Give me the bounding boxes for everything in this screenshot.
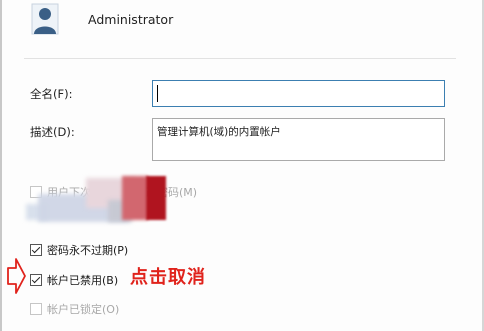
password-never-expires-checkbox[interactable] [30, 244, 42, 256]
text-caret [157, 85, 158, 102]
account-locked-label: 帐户已锁定(O) [47, 303, 120, 316]
fullname-input[interactable] [152, 80, 445, 107]
account-disabled-option[interactable]: 帐户已禁用(B) [30, 272, 118, 288]
annotation-text: 点击取消 [130, 267, 206, 288]
user-properties-panel: Administrator 全名(F): 描述(D): 管理计算机(域)的内置帐… [0, 0, 484, 331]
password-never-expires-option[interactable]: 密码永不过期(P) [30, 242, 128, 258]
account-locked-option[interactable]: 帐户已锁定(O) [30, 301, 119, 317]
user-name: Administrator [88, 12, 174, 27]
fullname-label: 全名(F): [30, 87, 73, 101]
change-password-checkbox[interactable] [30, 186, 42, 198]
password-never-expires-label: 密码永不过期(P) [47, 244, 129, 257]
header-divider [24, 58, 456, 59]
change-password-label: 用户下次登录时须更改密码(M) [47, 186, 198, 199]
account-disabled-checkbox[interactable] [30, 274, 42, 286]
right-arrow-icon [7, 258, 26, 294]
description-value: 管理计算机(域)的内置帐户 [157, 126, 281, 138]
mosaic-overlay [26, 170, 188, 230]
window-border-left [0, 0, 2, 331]
account-locked-checkbox[interactable] [30, 303, 42, 315]
change-password-option[interactable]: 用户下次登录时须更改密码(M) [30, 184, 197, 200]
account-disabled-label: 帐户已禁用(B) [47, 274, 119, 287]
description-label: 描述(D): [30, 125, 75, 139]
user-avatar-icon [31, 3, 59, 35]
description-input[interactable]: 管理计算机(域)的内置帐户 [152, 118, 445, 161]
